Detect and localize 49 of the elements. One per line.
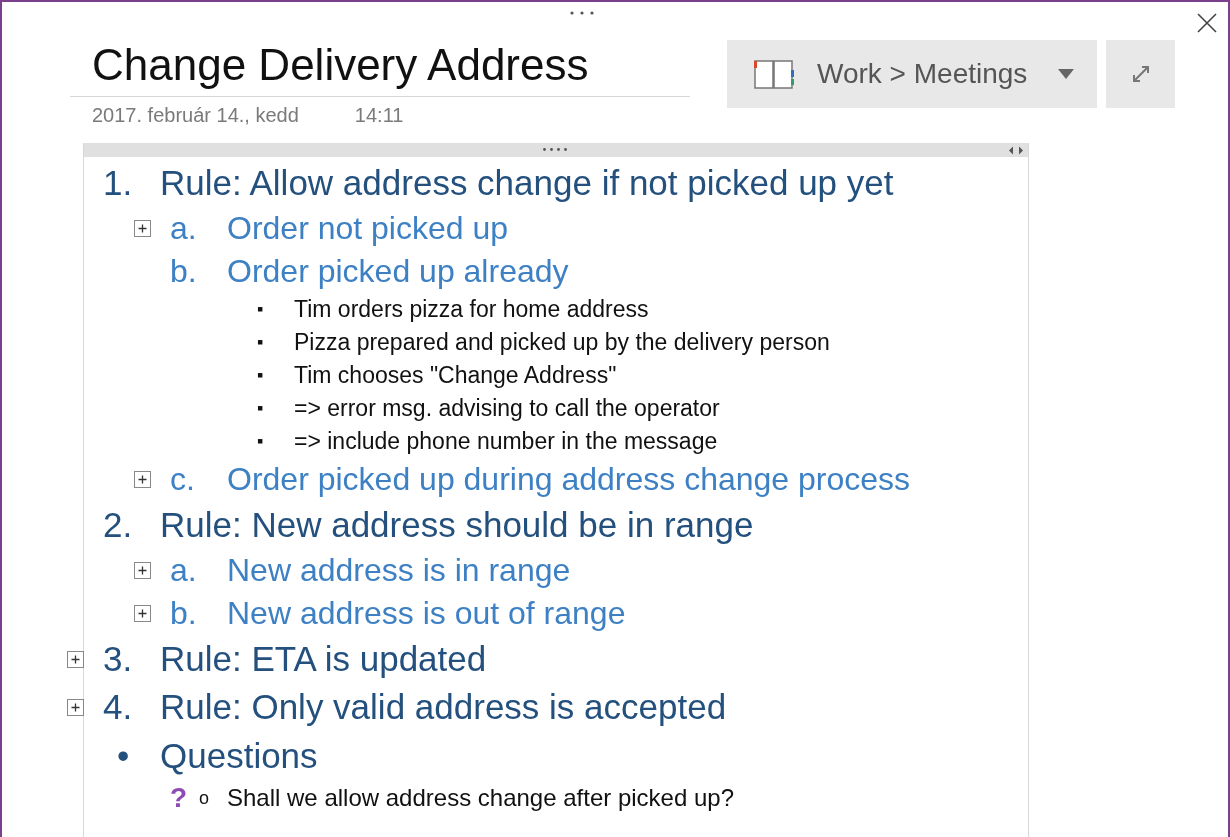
list-marker: ▪ — [257, 398, 264, 418]
expand-icon[interactable] — [134, 220, 151, 237]
outline-text: Rule: ETA is updated — [160, 639, 487, 679]
list-marker: • — [117, 735, 130, 775]
list-marker: o — [199, 787, 210, 809]
outline-text: New address is in range — [227, 552, 571, 589]
expand-icon[interactable] — [134, 471, 151, 488]
list-marker: a. — [170, 210, 197, 246]
close-icon[interactable] — [1196, 12, 1218, 34]
list-marker: a. — [170, 552, 197, 588]
outline-text: Order picked up already — [227, 253, 569, 290]
expand-icon[interactable] — [134, 605, 151, 622]
list-marker: 3. — [103, 639, 133, 678]
outline-text: Order not picked up — [227, 210, 509, 247]
question-tag: ? — [170, 782, 188, 814]
outline-text: Questions — [160, 735, 318, 776]
list-marker: 4. — [103, 687, 133, 726]
list-marker: ▪ — [257, 332, 264, 352]
outline-text: Rule: New address should be in range — [160, 505, 754, 545]
list-marker: ▪ — [257, 431, 264, 451]
outline-text: New address is out of range — [227, 595, 626, 632]
notebook-icon — [753, 57, 795, 91]
expand-icon[interactable] — [67, 698, 84, 716]
expand-icon[interactable] — [67, 650, 84, 668]
outline-text: => error msg. advising to call the operator — [294, 395, 720, 422]
expand-arrows-icon — [1130, 64, 1151, 84]
outline-text: Order picked up during address change process — [227, 461, 911, 498]
list-marker: c. — [170, 461, 195, 497]
page-time: 14:11 — [354, 104, 404, 127]
list-marker: ▪ — [257, 365, 264, 385]
outline-text: Tim chooses "Change Address" — [294, 362, 617, 389]
list-marker: ▪ — [257, 299, 264, 319]
list-marker: 2. — [103, 505, 133, 544]
list-marker: b. — [170, 595, 197, 631]
page-title[interactable]: Change Delivery Address — [70, 40, 690, 96]
expand-icon[interactable] — [134, 562, 151, 579]
notebook-button[interactable]: Work > Meetings — [727, 40, 1097, 108]
outline-text: Pizza prepared and picked up by the delivery person — [294, 329, 830, 356]
outline-text: => include phone number in the message — [294, 428, 718, 455]
outline-text: Tim orders pizza for home address — [294, 296, 649, 323]
list-marker: b. — [170, 253, 197, 289]
outline-text: Rule: Allow address change if not picked up yet — [160, 163, 894, 203]
move-handle-icon[interactable] — [542, 147, 568, 152]
resize-arrows-icon[interactable] — [1008, 145, 1024, 155]
list-marker: 1. — [103, 163, 133, 202]
outline-text: Rule: Only valid address is accepted — [160, 687, 727, 727]
dropdown-caret-icon — [1057, 68, 1075, 80]
outline-text: Shall we allow address change after picked up? — [227, 784, 734, 812]
page-date: 2017. február 14., kedd — [92, 104, 299, 127]
